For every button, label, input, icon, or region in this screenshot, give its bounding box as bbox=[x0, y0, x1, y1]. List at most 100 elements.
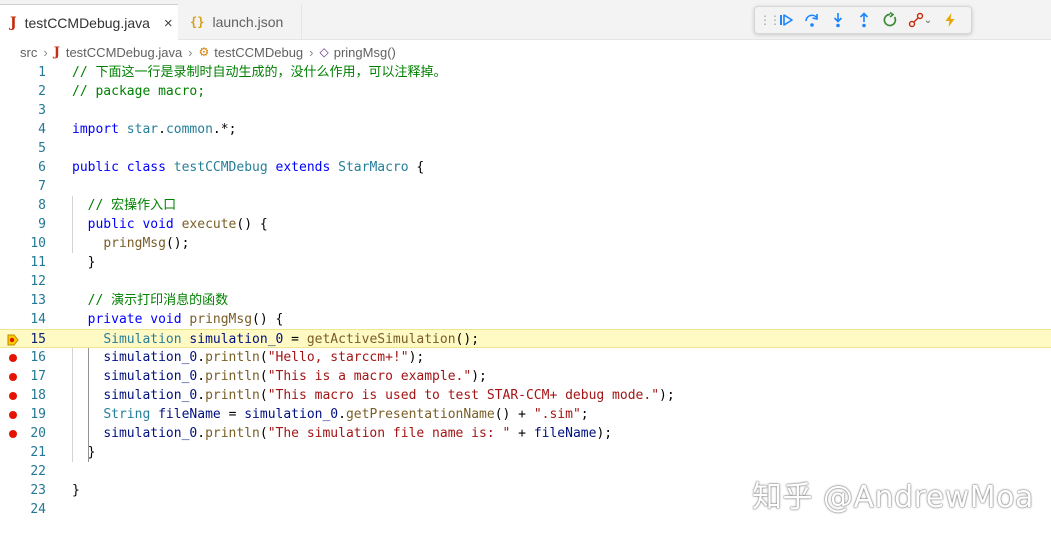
restart-button[interactable] bbox=[877, 9, 903, 31]
code-line[interactable]: 18 simulation_0.println("This macro is u… bbox=[0, 386, 1051, 405]
breadcrumb-folder[interactable]: src bbox=[20, 45, 37, 60]
drag-handle-icon[interactable]: ⋮⋮ bbox=[759, 13, 781, 27]
code-text: simulation_0.println("This macro is used… bbox=[103, 388, 675, 403]
gutter[interactable] bbox=[6, 500, 20, 519]
lightning-icon bbox=[945, 13, 955, 27]
hot-code-replace-button[interactable] bbox=[937, 9, 963, 31]
code-editor[interactable]: 1 // 下面这一行是录制时自动生成的，没什么作用，可以注释掉。 2 // packa… bbox=[0, 63, 1051, 534]
gutter[interactable] bbox=[6, 310, 20, 329]
step-out-button[interactable] bbox=[851, 9, 877, 31]
breakpoint-icon[interactable] bbox=[6, 386, 20, 405]
line-number: 1 bbox=[38, 65, 46, 80]
code-line[interactable]: 12 bbox=[0, 272, 1051, 291]
step-over-icon bbox=[805, 14, 818, 27]
line-number: 23 bbox=[30, 483, 46, 498]
close-icon[interactable]: × bbox=[164, 15, 173, 32]
chevron-down-icon[interactable]: ⌄ bbox=[924, 15, 932, 26]
code-line[interactable]: 11 } bbox=[0, 253, 1051, 272]
gutter[interactable] bbox=[6, 82, 20, 101]
code-line[interactable]: 17 simulation_0.println("This is a macro… bbox=[0, 367, 1051, 386]
gutter[interactable] bbox=[6, 158, 20, 177]
continue-button[interactable] bbox=[773, 9, 799, 31]
step-into-icon bbox=[833, 13, 843, 28]
line-number: 11 bbox=[30, 255, 46, 270]
code-line[interactable]: 7 bbox=[0, 177, 1051, 196]
code-text: import star.common.*; bbox=[72, 122, 237, 137]
gutter[interactable] bbox=[6, 215, 20, 234]
line-number: 8 bbox=[38, 198, 46, 213]
code-text: // package macro; bbox=[72, 84, 206, 99]
code-line[interactable]: 3 bbox=[0, 101, 1051, 120]
code-line[interactable]: 20 simulation_0.println("The simulation … bbox=[0, 424, 1051, 443]
code-line[interactable]: 16 simulation_0.println("Hello, starccm+… bbox=[0, 348, 1051, 367]
line-number: 19 bbox=[30, 407, 46, 422]
current-breakpoint-icon[interactable] bbox=[6, 330, 20, 349]
code-line[interactable]: 9 public void execute() { bbox=[0, 215, 1051, 234]
breadcrumb-class[interactable]: testCCMDebug bbox=[214, 45, 303, 60]
breadcrumb-file[interactable]: testCCMDebug.java bbox=[66, 45, 182, 60]
gutter[interactable] bbox=[6, 272, 20, 291]
tab-testccmdebug-java[interactable]: J testCCMDebug.java × bbox=[0, 4, 178, 41]
disconnect-button[interactable]: ⌄ bbox=[903, 9, 937, 31]
code-line[interactable]: 8 // 宏操作入口 bbox=[0, 196, 1051, 215]
code-line[interactable]: 1 // 下面这一行是录制时自动生成的，没什么作用，可以注释掉。 bbox=[0, 63, 1051, 82]
method-icon: ◇ bbox=[319, 45, 329, 59]
line-number: 3 bbox=[38, 103, 46, 118]
breadcrumb-method[interactable]: pringMsg() bbox=[334, 45, 396, 60]
gutter[interactable] bbox=[6, 481, 20, 500]
gutter[interactable] bbox=[6, 253, 20, 272]
line-number: 9 bbox=[38, 217, 46, 232]
line-number: 7 bbox=[38, 179, 46, 194]
code-line[interactable]: 2 // package macro; bbox=[0, 82, 1051, 101]
code-line[interactable]: 6 public class testCCMDebug extends StarM… bbox=[0, 158, 1051, 177]
breakpoint-icon[interactable] bbox=[6, 424, 20, 443]
gutter[interactable] bbox=[6, 101, 20, 120]
json-file-icon: {} bbox=[190, 15, 205, 29]
gutter[interactable] bbox=[6, 462, 20, 481]
step-over-button[interactable] bbox=[799, 9, 825, 31]
code-line[interactable]: 5 bbox=[0, 139, 1051, 158]
code-text: simulation_0.println("Hello, starccm+!")… bbox=[103, 350, 425, 365]
code-text: public void execute() { bbox=[87, 217, 268, 232]
breakpoint-icon[interactable] bbox=[6, 405, 20, 424]
code-line[interactable]: 4 import star.common.*; bbox=[0, 120, 1051, 139]
gutter[interactable] bbox=[6, 196, 20, 215]
code-line[interactable]: 19 String fileName = simulation_0.getPre… bbox=[0, 405, 1051, 424]
code-line[interactable]: 15 Simulation simulation_0 = getActiveSi… bbox=[0, 329, 1051, 348]
code-text: // 宏操作入口 bbox=[87, 198, 177, 213]
gutter[interactable] bbox=[6, 177, 20, 196]
editor-tab-bar: J testCCMDebug.java × {} launch.json ⋮⋮ … bbox=[0, 0, 1051, 41]
java-file-icon: J bbox=[10, 15, 17, 31]
gutter[interactable] bbox=[6, 443, 20, 462]
code-text: // 演示打印消息的函数 bbox=[87, 293, 229, 308]
code-text: Simulation simulation_0 = getActiveSimul… bbox=[103, 332, 480, 347]
line-number: 10 bbox=[30, 236, 46, 251]
tab-label: testCCMDebug.java bbox=[24, 15, 150, 31]
breakpoint-icon[interactable] bbox=[6, 348, 20, 367]
breakpoint-icon[interactable] bbox=[6, 367, 20, 386]
gutter[interactable] bbox=[6, 63, 20, 82]
step-into-button[interactable] bbox=[825, 9, 851, 31]
java-file-icon: J bbox=[53, 44, 60, 60]
line-number: 18 bbox=[30, 388, 46, 403]
code-line[interactable]: 14 private void pringMsg() { bbox=[0, 310, 1051, 329]
restart-icon bbox=[883, 12, 897, 27]
line-number: 16 bbox=[30, 350, 46, 365]
code-line[interactable]: 10 pringMsg(); bbox=[0, 234, 1051, 253]
line-number: 12 bbox=[30, 274, 46, 289]
code-text: } bbox=[72, 483, 80, 498]
gutter[interactable] bbox=[6, 139, 20, 158]
code-line[interactable]: 21 } bbox=[0, 443, 1051, 462]
code-text: } bbox=[87, 445, 96, 460]
gutter[interactable] bbox=[6, 291, 20, 310]
step-out-icon bbox=[859, 12, 869, 28]
line-number: 15 bbox=[30, 332, 46, 347]
gutter[interactable] bbox=[6, 120, 20, 139]
gutter[interactable] bbox=[6, 234, 20, 253]
code-text: public class testCCMDebug extends StarMa… bbox=[72, 160, 425, 175]
tab-launch-json[interactable]: {} launch.json bbox=[180, 4, 302, 40]
code-line[interactable]: 13 // 演示打印消息的函数 bbox=[0, 291, 1051, 310]
line-number: 21 bbox=[30, 445, 46, 460]
line-number: 2 bbox=[38, 84, 46, 99]
debug-toolbar: ⋮⋮ ⌄ bbox=[754, 6, 972, 34]
